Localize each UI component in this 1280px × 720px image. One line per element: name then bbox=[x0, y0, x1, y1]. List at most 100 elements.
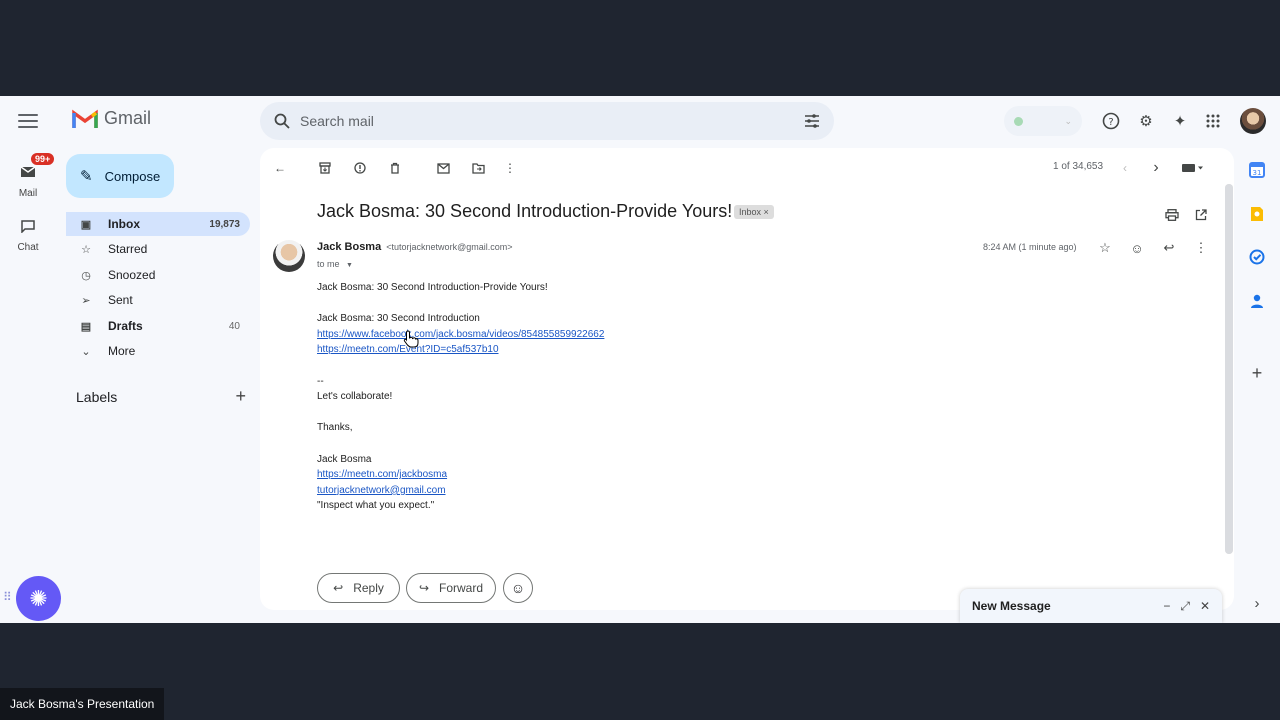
emoji-reaction-icon[interactable]: ☺ bbox=[1127, 238, 1147, 258]
help-icon[interactable]: ? bbox=[1100, 110, 1122, 132]
add-addon-icon[interactable]: + bbox=[1248, 363, 1266, 383]
signature-link[interactable]: https://meetn.com/jackbosma bbox=[317, 469, 447, 480]
meeting-widget-button[interactable]: ✺ bbox=[16, 576, 61, 621]
reply-button[interactable]: ↩ Reply bbox=[317, 573, 400, 603]
chevron-right-icon[interactable]: › bbox=[1246, 592, 1268, 614]
mail-badge: 99+ bbox=[30, 152, 56, 166]
recipient-label: to me bbox=[317, 259, 340, 269]
send-icon: ➢ bbox=[81, 294, 91, 307]
emoji-reaction-button[interactable]: ☺ bbox=[503, 573, 533, 603]
chevron-left-icon[interactable]: ‹ bbox=[1115, 158, 1135, 178]
rail-mail-label: Mail bbox=[18, 188, 38, 199]
mark-unread-icon[interactable] bbox=[433, 158, 453, 178]
forward-icon: ↪ bbox=[418, 581, 430, 595]
compose-button[interactable]: ✎ Compose bbox=[66, 154, 174, 198]
status-selector[interactable]: ⌄ bbox=[1004, 106, 1082, 136]
left-rail: 99+ Mail Chat bbox=[0, 96, 56, 623]
scrollbar[interactable] bbox=[1225, 184, 1233, 554]
minimize-icon[interactable]: − bbox=[1163, 599, 1170, 614]
report-spam-icon[interactable] bbox=[350, 158, 370, 178]
archive-icon[interactable] bbox=[315, 158, 335, 178]
account-avatar[interactable] bbox=[1240, 108, 1266, 134]
email-timestamp: 8:24 AM (1 minute ago) bbox=[983, 242, 1077, 252]
keep-icon[interactable] bbox=[1248, 205, 1266, 223]
more-vert-icon[interactable]: ⋮ bbox=[500, 158, 520, 178]
sidebar-item-label: More bbox=[108, 344, 136, 358]
gemini-sparkle-icon[interactable]: ✦ bbox=[1169, 110, 1191, 132]
pencil-icon: ✎ bbox=[80, 168, 93, 185]
close-icon[interactable]: ✕ bbox=[1200, 599, 1210, 614]
email-body: Jack Bosma: 30 Second Introduction-Provi… bbox=[317, 280, 604, 514]
print-icon[interactable] bbox=[1162, 205, 1182, 225]
new-message-bar[interactable]: New Message − ⤢ ✕ bbox=[960, 589, 1222, 623]
sidebar-item-starred[interactable]: ☆ Starred bbox=[66, 237, 250, 261]
sidebar-item-sent[interactable]: ➢ Sent bbox=[66, 288, 250, 312]
email-subject: Jack Bosma: 30 Second Introduction-Provi… bbox=[317, 201, 733, 221]
forward-label: Forward bbox=[439, 581, 484, 595]
search-input[interactable] bbox=[300, 113, 804, 129]
draft-icon: ▤ bbox=[80, 320, 92, 333]
scrollbar-thumb[interactable] bbox=[1225, 184, 1233, 554]
pager-text: 1 of 34,653 bbox=[1053, 161, 1104, 172]
labels-header: Labels + bbox=[76, 386, 246, 407]
body-line: Let's collaborate! bbox=[317, 391, 393, 403]
chevron-right-icon[interactable]: › bbox=[1146, 158, 1166, 178]
signature-name: Jack Bosma bbox=[317, 453, 372, 465]
sender-name[interactable]: Jack Bosma bbox=[317, 241, 381, 253]
presentation-label: Jack Bosma's Presentation bbox=[0, 688, 165, 720]
open-new-window-icon[interactable] bbox=[1191, 205, 1211, 225]
contacts-icon[interactable] bbox=[1248, 292, 1266, 310]
svg-text:31: 31 bbox=[1253, 169, 1262, 177]
chevron-down-icon: ⌄ bbox=[1064, 115, 1072, 126]
star-icon[interactable]: ☆ bbox=[1095, 238, 1115, 258]
move-to-folder-icon[interactable] bbox=[468, 158, 488, 178]
drag-handle-icon[interactable]: ⠿ bbox=[3, 590, 12, 604]
clock-icon: ◷ bbox=[81, 269, 91, 282]
back-arrow-icon[interactable]: ← bbox=[270, 158, 290, 178]
reply-icon[interactable]: ↩ bbox=[1159, 238, 1179, 258]
compose-label: Compose bbox=[104, 168, 161, 184]
tasks-icon[interactable] bbox=[1248, 248, 1266, 266]
main-menu-button[interactable] bbox=[16, 110, 40, 134]
rail-chat[interactable]: Chat bbox=[0, 214, 56, 253]
signature-email-link[interactable]: tutorjacknetwork@gmail.com bbox=[317, 485, 446, 496]
sidebar-item-label: Inbox bbox=[108, 217, 140, 231]
search-bar bbox=[260, 102, 834, 140]
sidebar-item-label: Drafts bbox=[108, 319, 143, 333]
search-options-icon[interactable] bbox=[804, 114, 820, 128]
inbox-count: 19,873 bbox=[209, 218, 240, 230]
body-line: Jack Bosma: 30 Second Introduction-Provi… bbox=[317, 282, 548, 293]
rail-mail[interactable]: 99+ Mail bbox=[0, 152, 56, 199]
sidebar-item-inbox[interactable]: ▣ Inbox 19,873 bbox=[66, 212, 250, 236]
sidebar-item-snoozed[interactable]: ◷ Snoozed bbox=[66, 263, 250, 287]
chevron-down-icon: ⌄ bbox=[81, 345, 91, 358]
hand-cursor-icon bbox=[403, 330, 419, 348]
sidebar-item-drafts[interactable]: ▤ Drafts 40 bbox=[66, 314, 250, 338]
labels-heading: Labels bbox=[76, 388, 118, 405]
search-icon[interactable] bbox=[274, 113, 290, 129]
add-label-icon[interactable]: + bbox=[235, 386, 246, 407]
keyboard-input-icon[interactable] bbox=[1178, 158, 1208, 178]
recipient-details[interactable]: to me ▼ bbox=[317, 259, 353, 269]
inbox-label-chip[interactable]: Inbox × bbox=[734, 205, 774, 219]
expand-icon[interactable]: ⤢ bbox=[1180, 599, 1190, 614]
calendar-icon[interactable]: 31 bbox=[1248, 161, 1266, 179]
drafts-count: 40 bbox=[228, 320, 240, 332]
settings-gear-icon[interactable]: ⚙ bbox=[1135, 110, 1157, 132]
status-dot bbox=[1014, 116, 1023, 126]
rail-chat-label: Chat bbox=[17, 242, 39, 253]
new-message-title: New Message bbox=[972, 599, 1051, 613]
sidebar-item-label: Snoozed bbox=[108, 268, 156, 282]
delete-trash-icon[interactable] bbox=[385, 158, 405, 178]
caret-down-icon: ▼ bbox=[346, 262, 353, 269]
signature-quote: "Inspect what you expect." bbox=[317, 500, 435, 512]
facebook-video-link[interactable]: https://www.facebook.com/jack.bosma/vide… bbox=[317, 329, 604, 340]
apps-grid-icon[interactable] bbox=[1202, 110, 1224, 132]
more-vert-icon[interactable]: ⋮ bbox=[1191, 238, 1211, 258]
forward-button[interactable]: ↪ Forward bbox=[406, 573, 496, 603]
signature-separator: -- bbox=[317, 375, 324, 387]
sidebar-item-more[interactable]: ⌄ More bbox=[66, 339, 250, 363]
body-line: Thanks, bbox=[317, 422, 353, 434]
sender-avatar[interactable] bbox=[273, 240, 305, 272]
reply-label: Reply bbox=[353, 581, 384, 595]
